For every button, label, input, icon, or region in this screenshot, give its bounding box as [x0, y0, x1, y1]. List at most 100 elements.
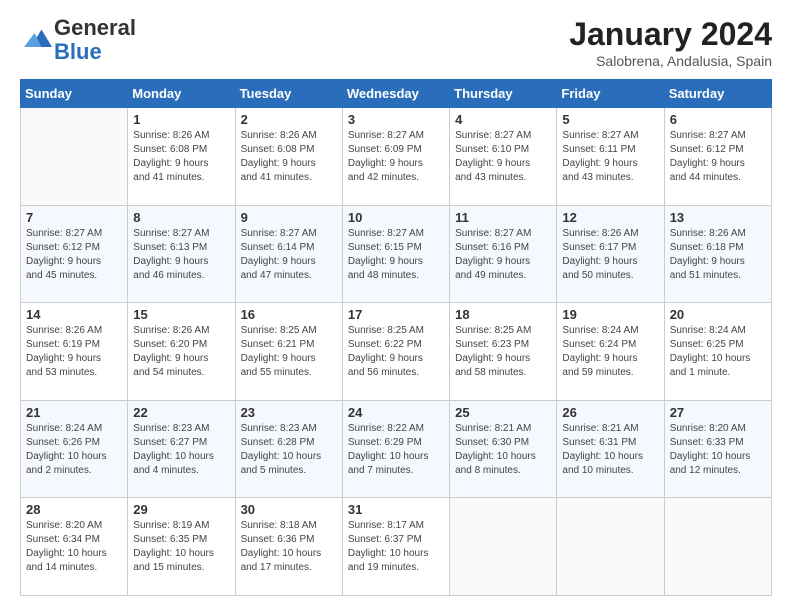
day-info: Sunrise: 8:22 AM Sunset: 6:29 PM Dayligh… [348, 422, 444, 478]
day-info: Sunrise: 8:17 AM Sunset: 6:37 PM Dayligh… [348, 519, 444, 575]
calendar-cell: 26 Sunrise: 8:21 AM Sunset: 6:31 PM Dayli… [557, 400, 664, 498]
calendar-cell: 19 Sunrise: 8:24 AM Sunset: 6:24 PM Dayli… [557, 303, 664, 401]
day-info: Sunrise: 8:23 AM Sunset: 6:28 PM Dayligh… [241, 422, 337, 478]
day-number: 20 [670, 307, 766, 322]
title-block: January 2024 Salobrena, Andalusia, Spain [569, 16, 772, 69]
day-info: Sunrise: 8:24 AM Sunset: 6:26 PM Dayligh… [26, 422, 122, 478]
day-info: Sunrise: 8:26 AM Sunset: 6:17 PM Dayligh… [562, 227, 658, 283]
day-info: Sunrise: 8:20 AM Sunset: 6:33 PM Dayligh… [670, 422, 766, 478]
logo-text: General Blue [54, 16, 136, 64]
calendar-cell [450, 498, 557, 596]
day-number: 12 [562, 210, 658, 225]
logo: General Blue [20, 16, 136, 64]
day-number: 16 [241, 307, 337, 322]
calendar-cell: 7Sunrise: 8:27 AM Sunset: 6:12 PM Daylig… [21, 205, 128, 303]
day-info: Sunrise: 8:21 AM Sunset: 6:30 PM Dayligh… [455, 422, 551, 478]
calendar-cell: 29Sunrise: 8:19 AM Sunset: 6:35 PM Dayli… [128, 498, 235, 596]
calendar-cell: 9 Sunrise: 8:27 AM Sunset: 6:14 PM Daylig… [235, 205, 342, 303]
calendar-cell: 1Sunrise: 8:26 AM Sunset: 6:08 PM Daylig… [128, 108, 235, 206]
weekday-header: Wednesday [342, 80, 449, 108]
calendar-week-row: 1Sunrise: 8:26 AM Sunset: 6:08 PM Daylig… [21, 108, 772, 206]
page: General Blue January 2024 Salobrena, And… [0, 0, 792, 612]
day-info: Sunrise: 8:26 AM Sunset: 6:18 PM Dayligh… [670, 227, 766, 283]
calendar-header-row: SundayMondayTuesdayWednesdayThursdayFrid… [21, 80, 772, 108]
day-info: Sunrise: 8:26 AM Sunset: 6:08 PM Dayligh… [241, 129, 337, 185]
day-info: Sunrise: 8:20 AM Sunset: 6:34 PM Dayligh… [26, 519, 122, 575]
calendar-cell [557, 498, 664, 596]
day-number: 11 [455, 210, 551, 225]
calendar-cell: 23 Sunrise: 8:23 AM Sunset: 6:28 PM Dayli… [235, 400, 342, 498]
day-info: Sunrise: 8:25 AM Sunset: 6:21 PM Dayligh… [241, 324, 337, 380]
calendar-cell: 22 Sunrise: 8:23 AM Sunset: 6:27 PM Dayli… [128, 400, 235, 498]
day-number: 23 [241, 405, 337, 420]
calendar-cell: 20 Sunrise: 8:24 AM Sunset: 6:25 PM Dayli… [664, 303, 771, 401]
day-number: 22 [133, 405, 229, 420]
day-info: Sunrise: 8:18 AM Sunset: 6:36 PM Dayligh… [241, 519, 337, 575]
day-number: 8 [133, 210, 229, 225]
day-number: 7 [26, 210, 122, 225]
day-number: 19 [562, 307, 658, 322]
weekday-header: Thursday [450, 80, 557, 108]
day-info: Sunrise: 8:27 AM Sunset: 6:12 PM Dayligh… [670, 129, 766, 185]
calendar-table: SundayMondayTuesdayWednesdayThursdayFrid… [20, 79, 772, 596]
calendar-cell: 16 Sunrise: 8:25 AM Sunset: 6:21 PM Dayli… [235, 303, 342, 401]
calendar-cell: 2Sunrise: 8:26 AM Sunset: 6:08 PM Daylig… [235, 108, 342, 206]
calendar-cell [21, 108, 128, 206]
day-info: Sunrise: 8:24 AM Sunset: 6:25 PM Dayligh… [670, 324, 766, 380]
day-info: Sunrise: 8:27 AM Sunset: 6:14 PM Dayligh… [241, 227, 337, 283]
day-info: Sunrise: 8:26 AM Sunset: 6:20 PM Dayligh… [133, 324, 229, 380]
calendar-cell: 18 Sunrise: 8:25 AM Sunset: 6:23 PM Dayli… [450, 303, 557, 401]
day-number: 14 [26, 307, 122, 322]
calendar-cell: 13 Sunrise: 8:26 AM Sunset: 6:18 PM Dayli… [664, 205, 771, 303]
day-number: 21 [26, 405, 122, 420]
calendar-cell: 31 Sunrise: 8:17 AM Sunset: 6:37 PM Dayli… [342, 498, 449, 596]
location: Salobrena, Andalusia, Spain [569, 53, 772, 69]
day-info: Sunrise: 8:27 AM Sunset: 6:15 PM Dayligh… [348, 227, 444, 283]
day-number: 24 [348, 405, 444, 420]
day-info: Sunrise: 8:27 AM Sunset: 6:11 PM Dayligh… [562, 129, 658, 185]
calendar-cell: 12 Sunrise: 8:26 AM Sunset: 6:17 PM Dayli… [557, 205, 664, 303]
day-number: 10 [348, 210, 444, 225]
day-number: 30 [241, 502, 337, 517]
day-info: Sunrise: 8:25 AM Sunset: 6:22 PM Dayligh… [348, 324, 444, 380]
weekday-header: Saturday [664, 80, 771, 108]
day-number: 13 [670, 210, 766, 225]
day-number: 27 [670, 405, 766, 420]
calendar-week-row: 28Sunrise: 8:20 AM Sunset: 6:34 PM Dayli… [21, 498, 772, 596]
logo-icon [24, 26, 52, 54]
day-info: Sunrise: 8:24 AM Sunset: 6:24 PM Dayligh… [562, 324, 658, 380]
day-info: Sunrise: 8:23 AM Sunset: 6:27 PM Dayligh… [133, 422, 229, 478]
calendar-cell [664, 498, 771, 596]
calendar-cell: 21 Sunrise: 8:24 AM Sunset: 6:26 PM Dayli… [21, 400, 128, 498]
calendar-cell: 11 Sunrise: 8:27 AM Sunset: 6:16 PM Dayli… [450, 205, 557, 303]
logo-blue: Blue [54, 39, 102, 64]
weekday-header: Sunday [21, 80, 128, 108]
calendar-cell: 30 Sunrise: 8:18 AM Sunset: 6:36 PM Dayli… [235, 498, 342, 596]
calendar-cell: 15 Sunrise: 8:26 AM Sunset: 6:20 PM Dayli… [128, 303, 235, 401]
day-number: 9 [241, 210, 337, 225]
calendar-cell: 28Sunrise: 8:20 AM Sunset: 6:34 PM Dayli… [21, 498, 128, 596]
day-number: 5 [562, 112, 658, 127]
calendar-cell: 25 Sunrise: 8:21 AM Sunset: 6:30 PM Dayli… [450, 400, 557, 498]
day-number: 4 [455, 112, 551, 127]
day-number: 31 [348, 502, 444, 517]
day-info: Sunrise: 8:25 AM Sunset: 6:23 PM Dayligh… [455, 324, 551, 380]
day-number: 18 [455, 307, 551, 322]
day-info: Sunrise: 8:27 AM Sunset: 6:16 PM Dayligh… [455, 227, 551, 283]
weekday-header: Tuesday [235, 80, 342, 108]
day-number: 25 [455, 405, 551, 420]
day-info: Sunrise: 8:26 AM Sunset: 6:19 PM Dayligh… [26, 324, 122, 380]
day-info: Sunrise: 8:26 AM Sunset: 6:08 PM Dayligh… [133, 129, 229, 185]
calendar-cell: 8Sunrise: 8:27 AM Sunset: 6:13 PM Daylig… [128, 205, 235, 303]
day-info: Sunrise: 8:19 AM Sunset: 6:35 PM Dayligh… [133, 519, 229, 575]
day-number: 26 [562, 405, 658, 420]
weekday-header: Friday [557, 80, 664, 108]
day-number: 15 [133, 307, 229, 322]
calendar-cell: 6Sunrise: 8:27 AM Sunset: 6:12 PM Daylig… [664, 108, 771, 206]
day-info: Sunrise: 8:21 AM Sunset: 6:31 PM Dayligh… [562, 422, 658, 478]
day-info: Sunrise: 8:27 AM Sunset: 6:10 PM Dayligh… [455, 129, 551, 185]
calendar-cell: 4 Sunrise: 8:27 AM Sunset: 6:10 PM Daylig… [450, 108, 557, 206]
day-number: 3 [348, 112, 444, 127]
calendar-week-row: 21 Sunrise: 8:24 AM Sunset: 6:26 PM Dayli… [21, 400, 772, 498]
day-info: Sunrise: 8:27 AM Sunset: 6:09 PM Dayligh… [348, 129, 444, 185]
